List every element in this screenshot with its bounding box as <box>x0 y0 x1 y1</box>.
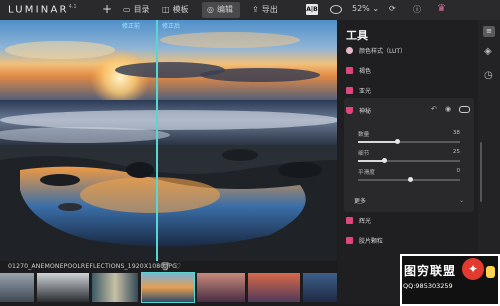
slider-smoothness-knob[interactable] <box>408 177 413 182</box>
slider-detail-knob[interactable] <box>382 158 387 163</box>
app-logo: LUMINAR4.1 <box>8 4 77 16</box>
info-icon[interactable]: ⓘ <box>413 4 421 15</box>
file-name: 01270_ANEMONEPOOLREFLECTIONS_1920X1080.J… <box>8 263 178 270</box>
thumbnail-selected[interactable] <box>141 272 195 303</box>
before-label: 修正前 <box>122 23 141 30</box>
panel-title: 工具 <box>346 29 368 42</box>
history-icon[interactable]: ⟳ <box>389 4 396 13</box>
templates-tab[interactable]: ◫ 模板 <box>162 4 189 15</box>
slider-amount-knob[interactable] <box>395 139 400 144</box>
add-images-button[interactable]: + <box>102 2 112 16</box>
slider-smoothness-value: 0 <box>456 168 460 174</box>
zoom-value: 52% <box>352 4 370 13</box>
filmstrip <box>0 271 337 304</box>
split-divider-handle[interactable] <box>156 20 158 261</box>
export-icon: ⇪ <box>252 5 259 14</box>
slider-detail-fill <box>358 160 384 162</box>
tool-section-film-grain[interactable]: 胶片颗粒 <box>346 232 472 248</box>
slider-smoothness-label: 平滑度 <box>358 170 375 176</box>
glow-icon <box>346 216 353 224</box>
mystical-icon <box>346 106 353 114</box>
image-canvas[interactable] <box>0 20 337 261</box>
edit-icon: ◎ <box>207 5 214 14</box>
matte-icon <box>346 86 353 94</box>
trash-icon[interactable]: 🗑 <box>160 262 170 271</box>
sliders-icon[interactable]: ≡ <box>483 26 495 37</box>
after-label: 修正后 <box>162 23 181 30</box>
template-icon: ◫ <box>162 5 170 14</box>
heart-icon[interactable]: ♡ <box>174 262 181 271</box>
thumbnail[interactable] <box>248 273 300 302</box>
tool-section-glow[interactable]: 辉光 <box>346 212 472 228</box>
clock-icon[interactable]: ◷ <box>484 70 493 81</box>
visibility-toggle[interactable] <box>459 106 470 113</box>
top-toolbar: LUMINAR4.1 + ▭ 目录 ◫ 模板 ◎ 编辑 ⇪ 导出 A|B 52%… <box>0 0 500 21</box>
seascape-photo <box>0 20 337 261</box>
tool-section-color[interactable]: 褐色 <box>346 62 472 78</box>
thumbnail[interactable] <box>92 273 138 302</box>
chevron-down-icon: ⌄ <box>458 196 464 204</box>
slider-amount-fill <box>358 141 397 143</box>
tool-section-lut[interactable]: 颜色样式（LUT） <box>346 42 472 58</box>
eye-icon[interactable] <box>330 5 342 14</box>
folder-icon: ▭ <box>123 5 131 14</box>
layers-icon[interactable]: ◈ <box>484 46 492 57</box>
thumbnail[interactable] <box>37 273 89 302</box>
lut-icon <box>346 46 353 54</box>
more-toggle[interactable]: 更多 ⌄ <box>354 192 464 208</box>
film-grain-icon <box>346 236 353 244</box>
settings-icon[interactable]: ◉ <box>445 105 451 113</box>
export-tab[interactable]: ⇪ 导出 <box>252 4 278 15</box>
slider-detail-label: 细节 <box>358 151 370 157</box>
edit-tab[interactable]: ◎ 编辑 <box>207 4 233 15</box>
zoom-control[interactable]: 52% ⌄ <box>352 4 379 13</box>
trophy-icon[interactable]: ♛ <box>437 3 446 14</box>
panel-scrollbar[interactable] <box>480 142 482 202</box>
watermark-title: 图穷联盟 <box>404 264 457 278</box>
chevron-down-icon: ⌄ <box>372 4 380 13</box>
watermark-qq: QQ:985303259 <box>403 282 453 290</box>
thumbnail[interactable] <box>0 273 34 302</box>
tool-section-matte[interactable]: 亚光 <box>346 82 472 98</box>
thumbnail[interactable] <box>197 273 245 302</box>
library-tab[interactable]: ▭ 目录 <box>123 4 150 15</box>
slider-amount-value: 38 <box>452 130 460 136</box>
undo-icon[interactable]: ↶ <box>431 105 437 113</box>
slider-amount-label: 数量 <box>358 132 370 138</box>
slider-detail-value: 25 <box>452 149 460 155</box>
tool-section-mystical[interactable]: 神秘 <box>346 102 472 118</box>
thumbnail[interactable] <box>303 273 337 302</box>
palette-icon <box>346 66 353 74</box>
mascot-icon <box>486 266 495 278</box>
fire-logo-icon: ✦ <box>462 258 484 280</box>
compare-button[interactable]: A|B <box>306 4 318 15</box>
